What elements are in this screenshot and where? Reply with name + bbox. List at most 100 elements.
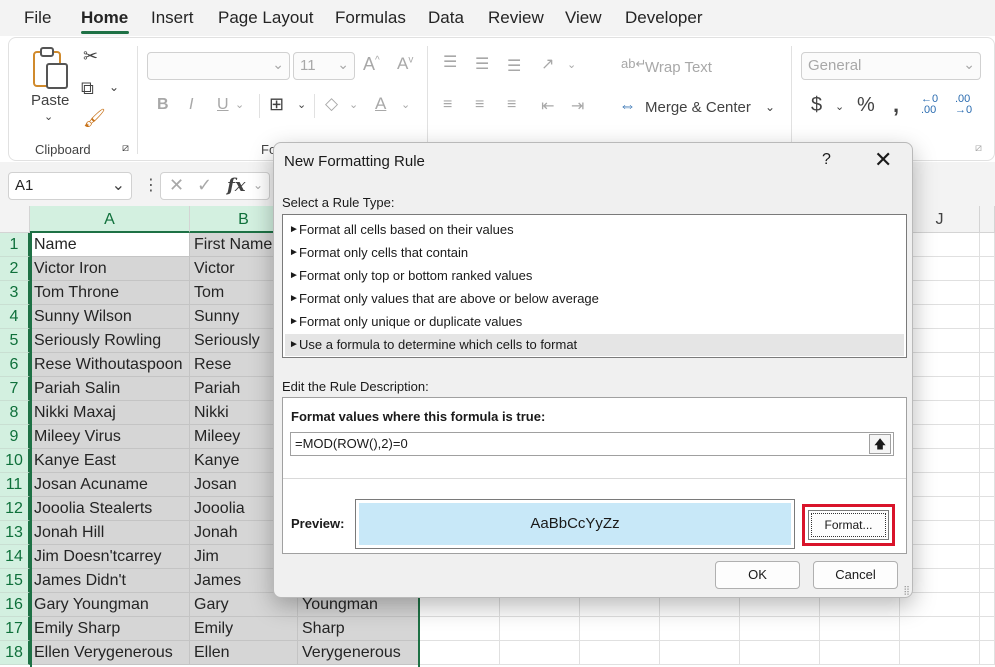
paste-button[interactable]: Paste (31, 92, 69, 109)
cell-empty[interactable] (980, 329, 995, 353)
row-header[interactable]: 17 (0, 617, 30, 641)
increase-font-icon[interactable]: A^ (363, 54, 380, 75)
enter-icon[interactable]: ✓ (197, 175, 212, 196)
cell-a[interactable]: Jim Doesn'tcarrey (30, 545, 190, 569)
ok-button[interactable]: OK (715, 561, 800, 589)
percent-icon[interactable]: % (857, 94, 875, 117)
cell-empty[interactable] (980, 617, 995, 641)
bold-icon[interactable]: B (157, 96, 169, 114)
row-header[interactable]: 1 (0, 233, 30, 257)
cell-empty[interactable] (980, 473, 995, 497)
cell-empty[interactable] (980, 257, 995, 281)
tab-home[interactable]: Home (81, 8, 128, 28)
cell-empty[interactable] (900, 593, 980, 617)
format-painter-icon[interactable]: 🖌 (83, 108, 106, 129)
middle-align-icon[interactable]: ☰ (475, 54, 489, 74)
cell-empty[interactable] (980, 233, 995, 257)
row-header[interactable]: 13 (0, 521, 30, 545)
borders-dropdown-icon[interactable]: ⌄ (297, 98, 306, 111)
cell-empty[interactable] (820, 617, 900, 641)
orientation-dropdown-icon[interactable]: ⌄ (567, 58, 576, 71)
paste-dropdown-icon[interactable]: ⌄ (44, 110, 53, 123)
currency-dropdown-icon[interactable]: ⌄ (835, 100, 844, 113)
row-header[interactable]: 4 (0, 305, 30, 329)
cell-empty[interactable] (980, 641, 995, 665)
rule-type-item[interactable]: ► Format only cells that contain (285, 242, 904, 264)
increase-indent-icon[interactable]: ⇥ (571, 96, 584, 116)
cell-a[interactable]: Josan Acuname (30, 473, 190, 497)
cell-b[interactable]: Emily (190, 617, 298, 641)
cell-a[interactable]: Ellen Verygenerous (30, 641, 190, 665)
paste-icon[interactable] (31, 46, 71, 96)
cell-empty[interactable] (980, 377, 995, 401)
decrease-decimal-icon[interactable]: .00 →0 (955, 94, 972, 116)
italic-icon[interactable]: I (189, 96, 193, 114)
cell-empty[interactable] (980, 521, 995, 545)
name-box[interactable]: A1 ⌄ (8, 172, 132, 200)
row-header[interactable]: 12 (0, 497, 30, 521)
wrap-text-button[interactable]: Wrap Text (645, 59, 712, 76)
row-header[interactable]: 16 (0, 593, 30, 617)
copy-icon[interactable]: ⧉ (81, 78, 94, 99)
cell-empty[interactable] (500, 641, 580, 665)
currency-icon[interactable]: $ (811, 94, 822, 117)
format-button[interactable]: Format... (808, 510, 889, 540)
rule-type-item[interactable]: ► Format only top or bottom ranked values (285, 265, 904, 287)
row-header[interactable]: 2 (0, 257, 30, 281)
column-header-k[interactable] (980, 206, 995, 233)
cell-a[interactable]: Victor Iron (30, 257, 190, 281)
tab-insert[interactable]: Insert (151, 8, 194, 28)
cell-a[interactable]: Mileey Virus (30, 425, 190, 449)
cell-a[interactable]: Tom Throne (30, 281, 190, 305)
merge-center-button[interactable]: Merge & Center (645, 99, 751, 116)
cell-a[interactable]: Seriously Rowling (30, 329, 190, 353)
cell-a[interactable]: James Didn't (30, 569, 190, 593)
cell-empty[interactable] (900, 617, 980, 641)
cell-empty[interactable] (500, 617, 580, 641)
number-format-combo[interactable]: General ⌄ (801, 52, 981, 80)
formula-input[interactable]: ✕ ✓ fx ⌄ (160, 172, 270, 200)
cell-empty[interactable] (980, 593, 995, 617)
rule-type-item[interactable]: ► Format all cells based on their values (285, 219, 904, 241)
font-color-icon[interactable]: A (375, 94, 386, 114)
align-right-icon[interactable]: ≡ (507, 96, 516, 114)
clipboard-launcher-icon[interactable]: ⧄ (122, 142, 129, 155)
collapse-dialog-icon[interactable]: 🡅 (869, 434, 891, 454)
row-header[interactable]: 6 (0, 353, 30, 377)
row-header[interactable]: 9 (0, 425, 30, 449)
cell-empty[interactable] (660, 617, 740, 641)
cell-a[interactable]: Kanye East (30, 449, 190, 473)
cell-empty[interactable] (980, 305, 995, 329)
cell-empty[interactable] (900, 641, 980, 665)
top-align-icon[interactable]: ☰ (443, 52, 457, 72)
wrap-text-icon[interactable]: ab↵ (621, 56, 646, 72)
cell-empty[interactable] (580, 641, 660, 665)
resize-grip-icon[interactable]: ⣿ (903, 585, 910, 596)
cell-a[interactable]: Jonah Hill (30, 521, 190, 545)
row-header[interactable]: 7 (0, 377, 30, 401)
orientation-icon[interactable]: ↗ (541, 54, 554, 74)
cell-empty[interactable] (980, 569, 995, 593)
cell-empty[interactable] (580, 617, 660, 641)
cell-empty[interactable] (980, 425, 995, 449)
underline-icon[interactable]: U (217, 96, 229, 114)
rule-type-item[interactable]: ► Format only values that are above or be… (285, 288, 904, 310)
cell-a[interactable]: Sunny Wilson (30, 305, 190, 329)
borders-icon[interactable]: ⊞ (269, 94, 284, 115)
row-header[interactable]: 15 (0, 569, 30, 593)
tab-review[interactable]: Review (488, 8, 544, 28)
font-name-combo[interactable]: ⌄ (147, 52, 290, 80)
cell-empty[interactable] (980, 545, 995, 569)
copy-dropdown-icon[interactable]: ⌄ (109, 80, 119, 94)
formula-input[interactable]: =MOD(ROW(),2)=0 🡅 (290, 432, 894, 456)
row-header[interactable]: 18 (0, 641, 30, 665)
cancel-button[interactable]: Cancel (813, 561, 898, 589)
insert-function-icon[interactable]: fx (227, 175, 245, 196)
cell-empty[interactable] (980, 353, 995, 377)
row-header[interactable]: 10 (0, 449, 30, 473)
row-header[interactable]: 8 (0, 401, 30, 425)
tab-view[interactable]: View (565, 8, 602, 28)
cell-a[interactable]: Gary Youngman (30, 593, 190, 617)
help-button[interactable]: ? (822, 151, 831, 169)
cut-icon[interactable]: ✂ (83, 46, 98, 67)
